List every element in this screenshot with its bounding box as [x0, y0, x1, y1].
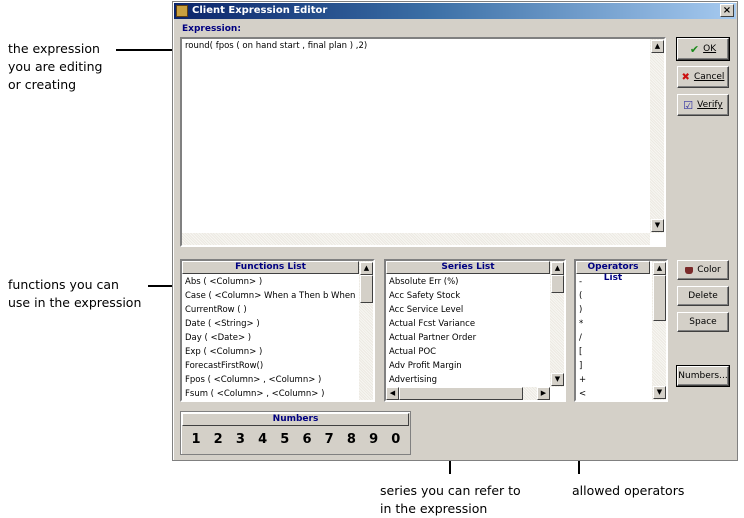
series-hscroll-thumb[interactable] [399, 387, 523, 400]
series-list-item[interactable]: Actual Fcst Variance [386, 317, 549, 331]
cancel-label: Cancel [693, 72, 725, 82]
series-scroll-thumb[interactable] [551, 275, 564, 293]
numbers-button[interactable]: Numbers... [676, 365, 730, 387]
operator-list-item[interactable]: / [576, 331, 650, 345]
expression-value: round( fpos ( on hand start , final plan… [185, 41, 368, 51]
expression-vscrollbar[interactable] [650, 39, 664, 233]
function-list-item[interactable]: CurrentRow ( ) [182, 303, 358, 317]
series-scroll-right[interactable]: ▶ [537, 387, 550, 400]
operators-list-items: -() * /[] + < [576, 275, 650, 400]
operator-list-item[interactable]: ( [576, 289, 650, 303]
delete-label: Delete [688, 291, 718, 301]
function-list-item[interactable]: Case ( <Column> When a Then b When c The… [182, 289, 358, 303]
space-label: Space [689, 317, 717, 327]
expression-hscrollbar[interactable] [182, 233, 650, 245]
number-digit-button[interactable]: 0 [388, 432, 404, 447]
number-digit-button[interactable]: 8 [343, 432, 359, 447]
functions-list-items: Abs ( <Column> ) Case ( <Column> When a T… [182, 275, 358, 400]
function-list-item[interactable]: ForecastFirstRow() [182, 359, 358, 373]
number-digit-button[interactable]: 7 [321, 432, 337, 447]
expression-input[interactable] [180, 37, 666, 247]
series-scroll-up[interactable]: ▲ [551, 262, 564, 275]
paint-bucket-icon [685, 266, 694, 274]
window-title: Client Expression Editor [192, 5, 328, 16]
number-digit-button[interactable]: 2 [210, 432, 226, 447]
space-button[interactable]: Space [677, 312, 729, 332]
annotation-expression: the expression you are editing or creati… [8, 41, 103, 92]
series-list-item[interactable]: Acc Safety Stock [386, 289, 549, 303]
number-digit-button[interactable]: 9 [366, 432, 382, 447]
verify-label: Verify [697, 100, 723, 110]
operator-list-item[interactable]: - [576, 275, 650, 289]
series-list-item[interactable]: Absolute Err (%) [386, 275, 549, 289]
annotation-series: series you can refer to in the expressio… [380, 483, 521, 516]
ok-icon: ✔ [689, 42, 700, 56]
operators-list-header: Operators List [576, 261, 650, 283]
series-scroll-down[interactable]: ▼ [551, 373, 564, 386]
numbers-header: Numbers [182, 413, 409, 426]
color-label: Color [697, 265, 721, 275]
number-digit-button[interactable]: 4 [255, 432, 271, 447]
operator-list-item[interactable]: ) [576, 303, 650, 317]
number-digit-button[interactable]: 3 [232, 432, 248, 447]
operator-list-item[interactable]: [ [576, 345, 650, 359]
functions-scroll-up[interactable]: ▲ [360, 262, 373, 275]
series-scroll-left[interactable]: ◀ [386, 387, 399, 400]
series-list-header: Series List [386, 261, 550, 274]
number-digit-button[interactable]: 5 [277, 432, 293, 447]
ok-button[interactable]: ✔ OK [676, 37, 730, 61]
number-digit-button[interactable]: 6 [299, 432, 315, 447]
functions-list-header: Functions List [182, 261, 359, 274]
verify-icon: ☑ [683, 98, 694, 112]
operator-list-item[interactable]: ] [576, 359, 650, 373]
verify-button[interactable]: ☑ Verify [677, 94, 729, 116]
operator-list-item[interactable]: * [576, 317, 650, 331]
close-button[interactable]: × [720, 4, 734, 17]
ok-label: OK [703, 44, 717, 54]
cancel-icon: ✖ [681, 71, 690, 83]
operator-list-item[interactable]: < [576, 387, 650, 400]
function-list-item[interactable]: Exp ( <Column> ) [182, 345, 358, 359]
series-list-item[interactable]: Advertising [386, 373, 549, 387]
series-list-items: Absolute Err (%) Acc Safety Stock Acc Serv… [386, 275, 549, 387]
operators-scroll-down[interactable]: ▼ [653, 386, 666, 399]
series-list-item[interactable]: Actual POC [386, 345, 549, 359]
number-digit-button[interactable]: 1 [188, 432, 204, 447]
annotation-operators: allowed operators [572, 483, 685, 498]
cancel-button[interactable]: ✖ Cancel [677, 66, 729, 88]
operator-list-item[interactable]: + [576, 373, 650, 387]
annotation-functions: functions you can use in the expression [8, 277, 142, 310]
expression-scroll-up[interactable]: ▲ [651, 40, 664, 53]
series-list-item[interactable]: Actual Partner Order [386, 331, 549, 345]
function-list-item[interactable]: Fpos ( <Column> , <Column> ) [182, 373, 358, 387]
callout-line-expression [116, 49, 178, 51]
expression-label: Expression: [182, 24, 241, 34]
operators-scroll-up[interactable]: ▲ [653, 262, 666, 275]
function-list-item[interactable]: Abs ( <Column> ) [182, 275, 358, 289]
series-list-item[interactable]: Acc Service Level [386, 303, 549, 317]
app-icon [176, 5, 188, 17]
functions-scroll-thumb[interactable] [360, 275, 373, 303]
numbers-label: Numbers... [678, 371, 728, 381]
function-list-item[interactable]: Fsum ( <Column> , <Column> ) [182, 387, 358, 400]
function-list-item[interactable]: Date ( <String> ) [182, 317, 358, 331]
series-list-item[interactable]: Adv Profit Margin [386, 359, 549, 373]
function-list-item[interactable]: Day ( <Date> ) [182, 331, 358, 345]
operators-scroll-thumb[interactable] [653, 275, 666, 321]
delete-button[interactable]: Delete [677, 286, 729, 306]
expression-scroll-down[interactable]: ▼ [651, 219, 664, 232]
color-button[interactable]: Color [677, 260, 729, 280]
